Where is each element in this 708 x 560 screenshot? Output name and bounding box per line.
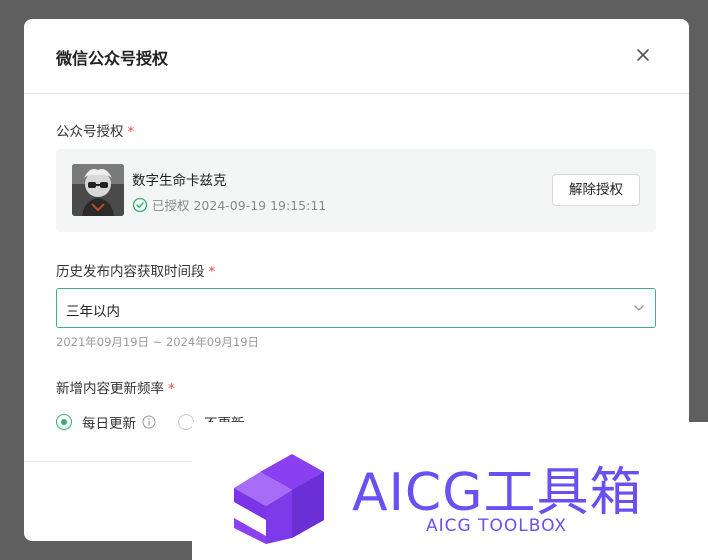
auth-status: 已授权 2024-09-19 19:15:11 <box>132 195 326 214</box>
check-circle-icon <box>132 197 148 213</box>
auth-status-text: 已授权 2024-09-19 19:15:11 <box>152 198 327 213</box>
frequency-label-text: 新增内容更新频率 <box>56 381 164 397</box>
required-mark: * <box>208 264 216 280</box>
history-range-hint: 2021年09月19日 ~ 2024年09月19日 <box>56 335 260 349</box>
radio-daily-update-label[interactable]: 每日更新 <box>82 412 136 432</box>
info-icon[interactable] <box>142 415 156 429</box>
authorization-label: 公众号授权 * <box>56 120 134 140</box>
required-mark: * <box>168 381 175 397</box>
modal-title: 微信公众号授权 <box>56 49 169 68</box>
modal-header: 微信公众号授权 <box>24 19 689 94</box>
history-range-label: 历史发布内容获取时间段 * <box>56 260 215 280</box>
revoke-authorization-button[interactable]: 解除授权 <box>552 174 640 206</box>
authorized-account-card: 数字生命卡兹克 已授权 2024-09-19 19:15:11 解除授权 <box>56 149 656 232</box>
history-range-select[interactable]: 三年以内 <box>56 288 656 328</box>
history-range-label-text: 历史发布内容获取时间段 <box>56 264 205 280</box>
radio-daily-update[interactable] <box>56 414 72 430</box>
close-icon <box>633 45 653 65</box>
account-name: 数字生命卡兹克 <box>132 173 227 189</box>
watermark-overlay: AICG工具箱 AICG TOOLBOX <box>192 422 708 560</box>
watermark-title: AICG工具箱 <box>352 463 643 523</box>
chevron-down-icon <box>633 302 645 314</box>
watermark-subtitle: AICG TOOLBOX <box>426 516 568 536</box>
authorization-label-text: 公众号授权 <box>56 124 124 140</box>
required-mark: * <box>127 124 135 140</box>
close-button[interactable] <box>633 45 653 65</box>
avatar <box>72 164 124 216</box>
history-range-value: 三年以内 <box>66 304 120 320</box>
frequency-label: 新增内容更新频率 * <box>56 377 175 397</box>
aicg-logo-icon <box>232 438 340 544</box>
